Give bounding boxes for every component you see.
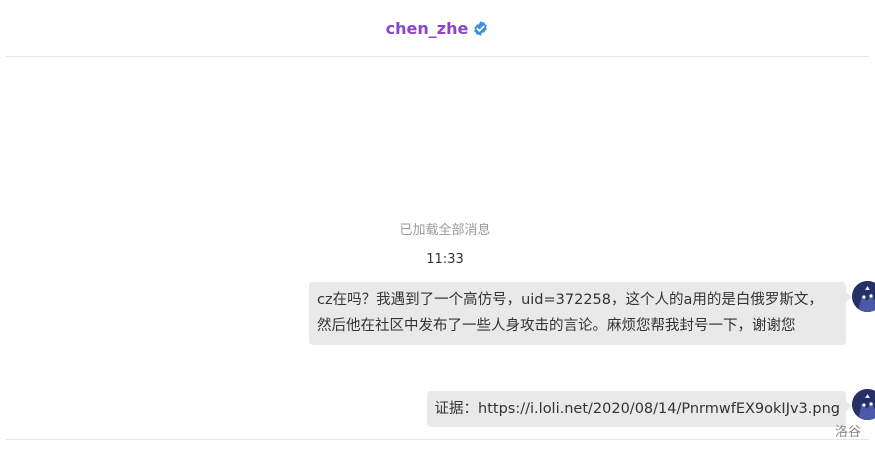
header-divider (6, 56, 869, 57)
all-messages-loaded-notice: 已加载全部消息 (399, 223, 491, 238)
message-bubble[interactable]: cz在吗？我遇到了一个高仿号，uid=372258，这个人的a用的是白俄罗斯文，… (309, 282, 852, 345)
user-avatar[interactable] (852, 389, 875, 420)
input-divider (6, 439, 869, 440)
user-avatar[interactable] (852, 281, 875, 312)
chat-header-title: chen_zhe (386, 19, 490, 38)
site-watermark: 洛谷 (834, 425, 861, 440)
chat-header: chen_zhe (0, 0, 875, 56)
message-bubble[interactable]: 证据：https://i.loli.net/2020/08/14/PnrmwfE… (426, 391, 853, 427)
message-text: 证据：https://i.loli.net/2020/08/14/PnrmwfE… (434, 401, 840, 417)
message-timestamp: 11:33 (426, 252, 464, 267)
chat-partner-username[interactable]: chen_zhe (386, 19, 469, 38)
user-avatar-icon (852, 281, 875, 312)
user-avatar-icon (852, 389, 875, 420)
message-text: cz在吗？我遇到了一个高仿号，uid=372258，这个人的a用的是白俄罗斯文，… (317, 292, 823, 334)
verified-badge-icon (474, 20, 488, 36)
